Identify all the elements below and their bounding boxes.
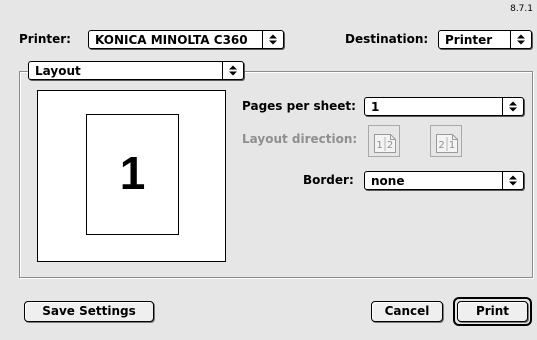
updown-arrows-icon [509, 175, 517, 186]
cancel-button[interactable]: Cancel [371, 301, 443, 322]
layout-direction-rtl-button[interactable]: 2 1 [430, 125, 462, 157]
updown-arrows-icon [269, 34, 277, 45]
layout-direction-label: Layout direction: [242, 132, 358, 146]
layout-preview: 1 [37, 90, 226, 262]
preview-page: 1 [86, 114, 179, 235]
version-label: 8.7.1 [510, 4, 533, 14]
printer-popup-value: KONICA MINOLTA C360 [95, 33, 248, 47]
updown-arrows-icon [509, 101, 517, 112]
destination-popup[interactable]: Printer [438, 30, 532, 49]
pages-per-sheet-value: 1 [371, 100, 380, 114]
page-dogear-icon: 1 2 [374, 134, 396, 153]
printer-label: Printer: [19, 32, 71, 46]
print-button[interactable]: Print [457, 301, 528, 322]
panel-popup-value: Layout [35, 64, 81, 78]
ltr-first-number: 1 [376, 140, 382, 151]
rtl-second-number: 1 [449, 140, 455, 151]
ltr-second-number: 2 [387, 140, 393, 151]
rtl-first-number: 2 [438, 140, 444, 151]
updown-arrows-icon [229, 65, 237, 76]
border-popup-value: none [371, 174, 405, 188]
border-popup[interactable]: none [364, 171, 524, 190]
pages-per-sheet-label: Pages per sheet: [242, 99, 356, 113]
layout-direction-ltr-button[interactable]: 1 2 [368, 125, 400, 157]
printer-popup[interactable]: KONICA MINOLTA C360 [88, 30, 284, 49]
page-dogear-icon: 2 1 [436, 134, 458, 153]
preview-page-number: 1 [119, 147, 146, 199]
destination-label: Destination: [345, 32, 429, 46]
pages-per-sheet-popup[interactable]: 1 [364, 97, 524, 116]
destination-popup-value: Printer [445, 33, 493, 47]
updown-arrows-icon [517, 34, 525, 45]
border-label: Border: [303, 173, 354, 187]
panel-popup[interactable]: Layout [28, 61, 244, 80]
save-settings-button[interactable]: Save Settings [24, 301, 154, 322]
